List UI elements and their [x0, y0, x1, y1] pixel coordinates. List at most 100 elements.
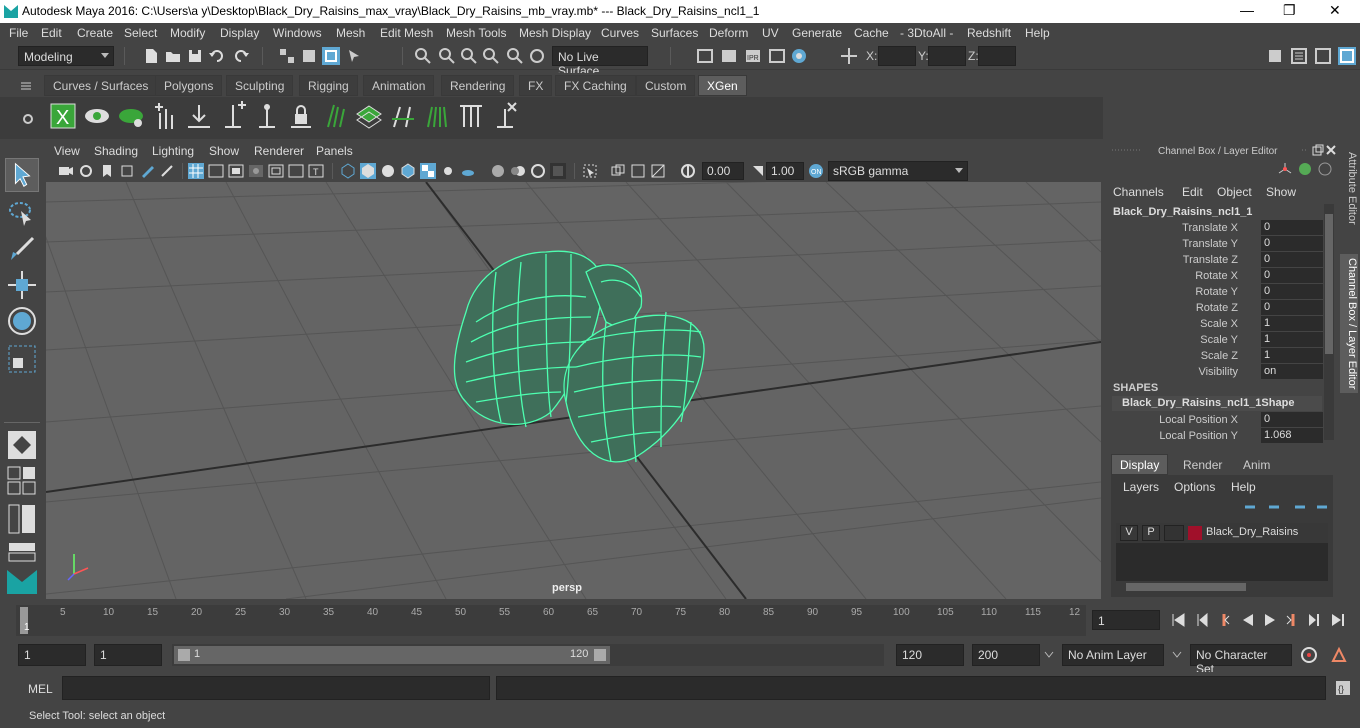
modeling-toolkit-icon[interactable]	[1266, 47, 1284, 65]
layer-menu-options[interactable]: Options	[1174, 480, 1215, 494]
attr-value[interactable]: 0	[1261, 220, 1323, 235]
delete-guide-icon[interactable]	[490, 101, 520, 131]
camera-icon[interactable]	[58, 164, 74, 178]
shape-name-row[interactable]: Black_Dry_Raisins_ncl1_1Shape	[1112, 396, 1322, 411]
xray-icon[interactable]	[610, 163, 626, 179]
maximize-button[interactable]: ❐	[1283, 2, 1296, 19]
speed-icon[interactable]	[1298, 162, 1312, 176]
cb-menu-object[interactable]: Object	[1217, 185, 1252, 199]
command-input[interactable]	[62, 676, 490, 700]
step-back-frame-icon[interactable]	[1194, 612, 1210, 628]
tab-curves-surfaces[interactable]: Curves / Surfaces	[44, 75, 158, 96]
manipulator-icon[interactable]	[1278, 162, 1292, 176]
attr-value[interactable]: 1	[1261, 316, 1323, 331]
two-d-pan-icon[interactable]	[160, 164, 176, 178]
panel-menu-panels[interactable]: Panels	[316, 144, 353, 158]
scrollbar-thumb[interactable]	[1325, 214, 1333, 354]
attr-local-position-x[interactable]: Local Position X 0	[1106, 412, 1338, 428]
graph-layout-icon[interactable]	[7, 542, 37, 562]
lock-icon[interactable]	[286, 101, 316, 131]
tab-display[interactable]: Display	[1111, 454, 1169, 475]
xgen-preview-icon[interactable]	[82, 101, 112, 131]
tab-attribute-editor[interactable]: Attribute Editor	[1340, 152, 1358, 225]
attr-value[interactable]: 1	[1261, 332, 1323, 347]
step-forward-key-icon[interactable]	[1284, 612, 1300, 628]
safe-title-icon[interactable]: T	[308, 164, 324, 178]
image-plane-icon[interactable]	[120, 164, 134, 178]
add-guide-icon[interactable]	[150, 101, 180, 131]
range-start-handle[interactable]	[178, 649, 190, 661]
attr-value[interactable]: 0	[1261, 268, 1323, 283]
menu-create[interactable]: Create	[77, 26, 113, 40]
ipr-render-icon[interactable]: IPR	[744, 47, 762, 65]
attr-value[interactable]: 0	[1261, 412, 1323, 427]
attr-value[interactable]: on	[1261, 364, 1323, 379]
anti-aliasing-icon[interactable]	[530, 163, 546, 179]
panel-menu-shading[interactable]: Shading	[94, 144, 138, 158]
layer-menu-layers[interactable]: Layers	[1123, 480, 1159, 494]
color-management-icon[interactable]: ON	[808, 163, 824, 179]
view-transform-dropdown[interactable]: sRGB gamma	[828, 161, 968, 181]
anim-layer-dropdown[interactable]: No Anim Layer	[1062, 644, 1164, 666]
attr-rotate-z[interactable]: Rotate Z 0	[1106, 300, 1338, 316]
move-layer-up-icon[interactable]	[1243, 501, 1257, 513]
channel-scrollbar[interactable]	[1324, 204, 1334, 440]
attr-translate-z[interactable]: Translate Z 0	[1106, 252, 1338, 268]
attr-scale-y[interactable]: Scale Y 1	[1106, 332, 1338, 348]
playback-end-input[interactable]: 120	[896, 644, 964, 666]
step-forward-frame-icon[interactable]	[1306, 612, 1322, 628]
menu-modify[interactable]: Modify	[170, 26, 205, 40]
exposure-input[interactable]: 0.00	[702, 162, 744, 180]
grid-toggle-icon[interactable]	[188, 163, 204, 179]
attr-local-position-y[interactable]: Local Position Y 1.068	[1106, 428, 1338, 444]
new-layer-icon[interactable]	[1293, 501, 1307, 513]
isolate-select-icon[interactable]	[582, 163, 598, 179]
channel-box-toggle-icon[interactable]	[1338, 47, 1356, 65]
select-object-icon[interactable]	[300, 47, 318, 65]
minimize-button[interactable]: —	[1240, 2, 1254, 18]
auto-keyframe-icon[interactable]	[1300, 646, 1318, 664]
guide-lock-icon[interactable]	[252, 101, 282, 131]
animation-start-input[interactable]: 1	[18, 644, 86, 666]
lasso-tool-icon[interactable]	[5, 196, 39, 230]
textured-icon[interactable]	[420, 163, 436, 179]
menu-edit-mesh[interactable]: Edit Mesh	[380, 26, 433, 40]
tab-fx-caching[interactable]: FX Caching	[555, 75, 636, 96]
groom-brush-icon[interactable]	[320, 101, 350, 131]
y-input[interactable]	[928, 46, 966, 66]
maya-home-icon[interactable]	[5, 566, 39, 596]
tab-sculpting[interactable]: Sculpting	[226, 75, 294, 96]
attr-value[interactable]: 0	[1261, 284, 1323, 299]
move-tool-icon[interactable]	[5, 268, 39, 302]
snap-projected-icon[interactable]	[482, 47, 500, 65]
gear-icon[interactable]	[22, 113, 34, 125]
screen-space-ao-icon[interactable]	[490, 163, 506, 179]
tool-settings-toggle-icon[interactable]	[1314, 47, 1332, 65]
xgen-hide-icon[interactable]	[116, 101, 146, 131]
playback-start-input[interactable]: 1	[94, 644, 162, 666]
object-name[interactable]: Black_Dry_Raisins_ncl1_1	[1113, 206, 1252, 218]
new-layer-selected-icon[interactable]	[1315, 501, 1329, 513]
current-frame-input[interactable]: 1	[1092, 610, 1160, 630]
menu-windows[interactable]: Windows	[273, 26, 322, 40]
cb-menu-channels[interactable]: Channels	[1113, 185, 1164, 199]
drag-handle-icon[interactable]	[1302, 147, 1308, 153]
scale-tool-icon[interactable]	[5, 342, 39, 376]
tab-animation[interactable]: Animation	[363, 75, 435, 96]
hypershade-icon[interactable]	[790, 47, 808, 65]
render-settings-icon[interactable]	[768, 47, 786, 65]
animation-preferences-icon[interactable]	[1330, 646, 1348, 664]
time-slider[interactable]: 1 5 10 15 20 25 30 35 40 45 50 55 60 65 …	[0, 602, 1360, 638]
tab-polygons[interactable]: Polygons	[155, 75, 223, 96]
open-scene-icon[interactable]	[164, 47, 182, 65]
tab-rendering[interactable]: Rendering	[441, 75, 515, 96]
timeline-track[interactable]: 1 5 10 15 20 25 30 35 40 45 50 55 60 65 …	[16, 605, 1086, 636]
guide-sculpt-icon[interactable]	[218, 101, 248, 131]
layer-playback-toggle[interactable]: P	[1142, 525, 1160, 541]
outliner-layout-icon[interactable]	[7, 504, 37, 534]
render-view-icon[interactable]	[696, 47, 714, 65]
select-tool-icon[interactable]	[5, 158, 39, 192]
cb-menu-edit[interactable]: Edit	[1182, 185, 1203, 199]
default-material-icon[interactable]	[380, 163, 396, 179]
mode-dropdown[interactable]: Modeling	[18, 46, 114, 66]
